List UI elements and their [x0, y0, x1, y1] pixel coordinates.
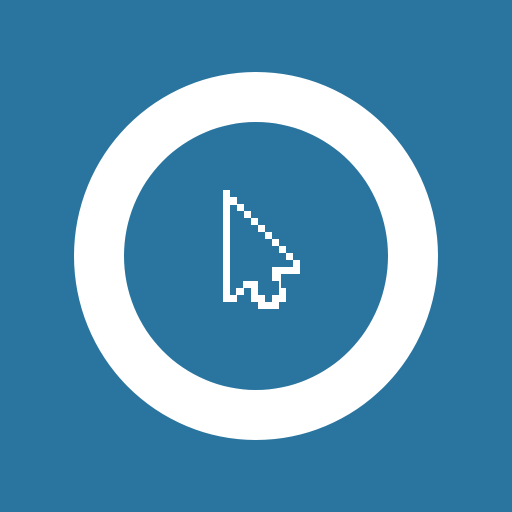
- pixel-arrow-cursor-icon: [223, 190, 300, 309]
- app-icon-canvas: [0, 0, 512, 512]
